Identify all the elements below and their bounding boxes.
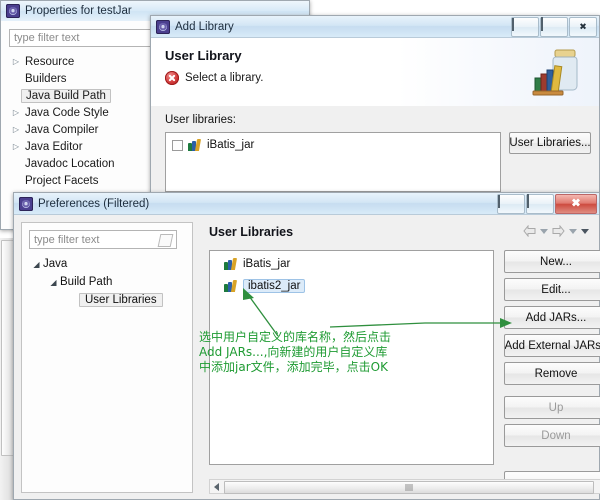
add-jars-button[interactable]: Add JARs...	[504, 306, 600, 329]
library-books-icon	[188, 139, 202, 151]
tree-item-label: Resource	[25, 55, 75, 68]
annotation-text: 选中用户自定义的库名称，然后点击 Add JARs...,向新建的用户自定义库 …	[199, 330, 392, 374]
sidebar-item-label: User Libraries	[79, 293, 163, 307]
minimize-button[interactable]	[511, 17, 539, 37]
maximize-button[interactable]	[526, 194, 554, 214]
content-horizontal-scrollbar[interactable]	[209, 479, 600, 494]
add-library-window-title: Add Library	[175, 20, 234, 33]
tree-item-label: Builders	[25, 72, 67, 85]
add-library-header: User Library Select a library.	[151, 38, 599, 107]
scrollbar-grip	[405, 484, 413, 491]
button-label: User Libraries...	[509, 137, 591, 149]
library-books-icon	[224, 258, 238, 270]
minimize-icon	[498, 195, 500, 208]
list-item[interactable]: iBatis_jar	[210, 255, 493, 273]
menu-chevron-down-icon[interactable]	[581, 228, 589, 234]
jar-books-icon	[532, 49, 578, 96]
preferences-titlebar: Preferences (Filtered) ✖	[14, 193, 599, 215]
expand-triangle-icon[interactable]: ▷	[9, 142, 23, 151]
list-item-label: iBatis_jar	[243, 258, 291, 270]
close-button[interactable]: ✖	[555, 194, 597, 214]
button-label: Remove	[534, 367, 578, 380]
library-books-icon	[224, 280, 238, 292]
preferences-window-title: Preferences (Filtered)	[38, 197, 150, 210]
forward-dropdown-chevron-down-icon[interactable]	[569, 228, 577, 234]
add-library-window: Add Library ✖ User Library Select a libr…	[150, 15, 600, 208]
down-button[interactable]: Down	[504, 424, 600, 447]
remove-button[interactable]: Remove	[504, 362, 600, 385]
eclipse-icon	[156, 19, 170, 34]
list-item-label: iBatis_jar	[207, 139, 255, 151]
button-label: Up	[548, 401, 564, 414]
collapse-triangle-icon[interactable]: ◢	[30, 260, 43, 269]
scroll-left-icon	[214, 482, 219, 491]
add-library-window-controls: ✖	[510, 17, 597, 37]
page-title: User Libraries	[209, 225, 294, 239]
back-arrow-icon[interactable]	[523, 225, 536, 237]
tree-item-label: Java Compiler	[25, 123, 99, 136]
dialog-title: User Library	[165, 48, 242, 63]
list-item[interactable]: iBatis_jar	[166, 136, 500, 154]
content-header: User Libraries	[200, 222, 595, 248]
minimize-button[interactable]	[497, 194, 525, 214]
eclipse-icon	[6, 4, 20, 18]
forward-arrow-icon[interactable]	[552, 225, 565, 237]
preferences-window-controls: ✖	[496, 194, 597, 214]
list-item-selected[interactable]: ibatis2_jar	[210, 277, 493, 295]
add-library-titlebar: Add Library ✖	[151, 16, 599, 38]
tree-item-label: Java Build Path	[21, 88, 111, 103]
tree-item-label: Javadoc Location	[25, 157, 115, 170]
expand-triangle-icon[interactable]: ▷	[9, 125, 23, 134]
button-label: New...	[540, 255, 572, 268]
tree-item-label: Java Code Style	[25, 106, 109, 119]
scroll-left-button[interactable]	[210, 480, 223, 493]
user-libraries-button[interactable]: User Libraries...	[509, 132, 591, 154]
maximize-icon	[527, 194, 529, 208]
maximize-button[interactable]	[540, 17, 568, 37]
user-libraries-label: User libraries:	[165, 114, 236, 126]
clear-filter-icon[interactable]	[157, 234, 174, 247]
button-label: Add External JARs..	[504, 339, 600, 352]
eclipse-icon	[19, 196, 33, 211]
tree-item-label: Java Editor	[25, 140, 83, 153]
sidebar-item-label: Java	[43, 258, 68, 270]
close-icon: ✖	[579, 21, 587, 32]
preferences-filter-input[interactable]: type filter text	[29, 230, 177, 249]
preferences-sidebar: type filter text ◢ Java ◢ Build Path Use…	[21, 222, 193, 493]
list-item-label: ibatis2_jar	[243, 279, 306, 293]
edit-button[interactable]: Edit...	[504, 278, 600, 301]
button-label: Down	[541, 429, 571, 442]
error-icon	[165, 71, 179, 85]
preferences-tree: ◢ Java ◢ Build Path User Libraries	[30, 255, 188, 309]
dialog-message-row: Select a library.	[165, 71, 263, 85]
library-action-buttons: New... Edit... Add JARs... Add External …	[504, 250, 600, 452]
sidebar-item-java[interactable]: ◢ Java	[30, 255, 188, 273]
minimize-icon	[512, 18, 514, 31]
dialog-message: Select a library.	[185, 72, 264, 84]
scrollbar-thumb[interactable]	[224, 481, 594, 494]
tree-item-label: Project Facets	[25, 174, 99, 187]
user-libraries-list[interactable]: iBatis_jar	[165, 132, 501, 192]
add-external-jars-button[interactable]: Add External JARs..	[504, 334, 600, 357]
properties-filter-input[interactable]: type filter text	[9, 29, 159, 47]
sidebar-item-build-path[interactable]: ◢ Build Path	[30, 273, 188, 291]
back-dropdown-chevron-down-icon[interactable]	[540, 228, 548, 234]
navigation-controls	[523, 225, 589, 237]
collapse-triangle-icon[interactable]: ◢	[47, 278, 60, 287]
expand-triangle-icon[interactable]: ▷	[9, 108, 23, 117]
close-button[interactable]: ✖	[569, 17, 597, 37]
up-button[interactable]: Up	[504, 396, 600, 419]
sidebar-item-label: Build Path	[60, 276, 113, 288]
checkbox[interactable]	[172, 139, 183, 151]
button-label: Add JARs...	[525, 311, 587, 324]
new-button[interactable]: New...	[504, 250, 600, 273]
close-icon: ✖	[571, 197, 581, 210]
maximize-icon	[541, 17, 543, 31]
expand-triangle-icon[interactable]: ▷	[9, 57, 23, 66]
properties-window-title: Properties for testJar	[25, 5, 132, 17]
screen-root: Properties for testJar type filter text …	[0, 0, 600, 500]
button-label: Edit...	[541, 283, 571, 296]
filter-placeholder: type filter text	[34, 234, 100, 246]
sidebar-item-user-libraries[interactable]: User Libraries	[30, 291, 188, 309]
